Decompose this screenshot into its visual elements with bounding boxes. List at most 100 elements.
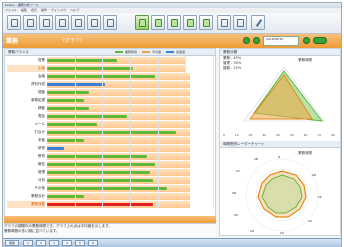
grid-line (213, 56, 214, 208)
time-bar (47, 83, 106, 86)
start-button[interactable]: 開始 (5, 240, 19, 246)
tool-list-button[interactable] (103, 15, 117, 30)
radar2-axis-label: 17 (236, 169, 240, 173)
bar-row[interactable]: 電話 (5, 113, 215, 120)
bar-row[interactable]: 業務改善 (5, 201, 215, 208)
tool-report-button[interactable] (217, 15, 231, 30)
tool-table-button[interactable] (71, 15, 85, 30)
tool-graph5-button[interactable] (199, 15, 213, 30)
tool-graph2-button[interactable] (151, 15, 165, 30)
bar-row-label: 分析 (38, 178, 45, 182)
bar-row[interactable]: 教育 (5, 153, 215, 160)
bar-row[interactable]: 移動 (5, 105, 215, 112)
bar-row-label: 会議 (38, 74, 45, 78)
date-field[interactable]: 2016/06/30 (263, 36, 299, 46)
scale-tick: 30 (262, 133, 267, 137)
scale-tick: 20 (248, 133, 253, 137)
radar1-scale: 0 10 20 30 40 50 60 70 80 (223, 133, 335, 137)
taskbar-item[interactable]: 4 (62, 240, 72, 246)
tool-graph4-button[interactable] (183, 15, 197, 30)
tool-open-button[interactable] (23, 15, 37, 30)
balance-panel: 業務バランス 業務時間 平均値 最長値 営業 企画 会議 資料作成 調査 事務処理 移動 電話… (4, 48, 216, 224)
tool-export-button[interactable] (233, 15, 247, 30)
bar-row[interactable]: 調査 (5, 89, 215, 96)
tool-grid-button[interactable] (55, 15, 69, 30)
document-icon (11, 19, 18, 27)
tool-settings-button[interactable] (251, 15, 265, 30)
bar-row[interactable]: その他 (5, 185, 215, 192)
taskbar-item[interactable]: 1 (23, 240, 33, 246)
graph-header: 業務 (グラフ) 2016/06/30 (3, 34, 341, 48)
bar-row[interactable]: 会議 (5, 73, 215, 80)
time-bar (47, 91, 89, 94)
bar-row[interactable]: メール (5, 121, 215, 128)
bar-row-label: その他 (34, 186, 46, 190)
bar-row[interactable]: 業務合計 (5, 193, 215, 200)
bar-graph-icon (139, 19, 146, 27)
time-bar (47, 107, 89, 110)
balance-legend: 業務時間 平均値 最長値 (115, 50, 185, 54)
bar-row[interactable]: 資料作成 (5, 81, 215, 88)
tool-save-button[interactable] (39, 15, 53, 30)
table-icon (75, 19, 82, 27)
legend-label: 平均値 (152, 50, 162, 54)
time-bar (47, 187, 167, 190)
scale-tick: 70 (317, 133, 322, 137)
bar-row-label: 企画 (7, 65, 45, 72)
bar-graph-icon (203, 19, 210, 27)
bar-row-label: 事務処理 (31, 98, 45, 102)
next-day-icon[interactable] (303, 37, 310, 44)
bar-row[interactable]: 営業 (5, 57, 215, 64)
next-icon[interactable] (313, 37, 327, 44)
tool-graph3-button[interactable] (167, 15, 181, 30)
window-title: Kaizen - 業務分析ツール (5, 3, 39, 7)
taskbar-item[interactable]: 3 (49, 240, 59, 246)
time-bar (47, 179, 154, 182)
tool-graph-button[interactable] (135, 15, 149, 30)
legend-item: 平均値 (142, 50, 161, 54)
bar-row[interactable]: 研修 (5, 145, 215, 152)
bar-row[interactable]: 企画 (5, 65, 215, 72)
bar-row-label: 来客 (38, 138, 45, 142)
taskbar-item[interactable]: 5 (75, 240, 85, 246)
taskbar-item[interactable]: 6 (88, 240, 98, 246)
legend-item: 最長値 (166, 50, 185, 54)
tool-new-button[interactable] (7, 15, 21, 30)
bar-row-label: 管理 (38, 170, 45, 174)
bar-row[interactable]: 打合せ (5, 129, 215, 136)
tool-chart-button[interactable] (87, 15, 101, 30)
toolbar (3, 13, 341, 34)
legend-swatch (166, 51, 175, 53)
scale-tick: 60 (303, 133, 308, 137)
bar-graph-icon (187, 19, 194, 27)
date-value: 2016/06/30 (266, 37, 284, 41)
taskbar-item-label: 4 (66, 241, 68, 245)
folder-icon (27, 19, 34, 27)
radar2-header: 時間帯別レーダーチャート (220, 141, 340, 148)
taskbar-item[interactable]: 2 (36, 240, 46, 246)
bar-row-label: 報告 (38, 162, 45, 166)
prev-icon[interactable] (243, 37, 250, 44)
bar-row-label: 営業 (38, 58, 45, 62)
time-bar (47, 115, 127, 118)
bar-row[interactable]: 報告 (5, 161, 215, 168)
bar-row-label: メール (34, 122, 46, 126)
taskbar-item-label: 5 (79, 241, 81, 245)
time-bar (47, 123, 97, 126)
bar-graph-icon (155, 19, 162, 27)
time-bar (47, 195, 84, 198)
radar2-title: 時間帯別レーダーチャート (223, 142, 265, 146)
bar-row-label: 業務合計 (31, 194, 45, 198)
taskbar-item-label: 2 (40, 241, 42, 245)
grid-line (130, 56, 131, 208)
radar1-legend: 業務 : 45% 管理 : 30% 雑務 : 25% (223, 56, 241, 71)
bar-row[interactable]: 事務処理 (5, 97, 215, 104)
time-bar (47, 171, 150, 174)
bar-row[interactable]: 管理 (5, 169, 215, 176)
grid-line (185, 56, 187, 208)
bar-row[interactable]: 分析 (5, 177, 215, 184)
scale-tick: 80 (331, 133, 335, 137)
legend-swatch (115, 51, 123, 53)
prev-day-icon[interactable] (253, 37, 260, 44)
bar-row[interactable]: 来客 (5, 137, 215, 144)
